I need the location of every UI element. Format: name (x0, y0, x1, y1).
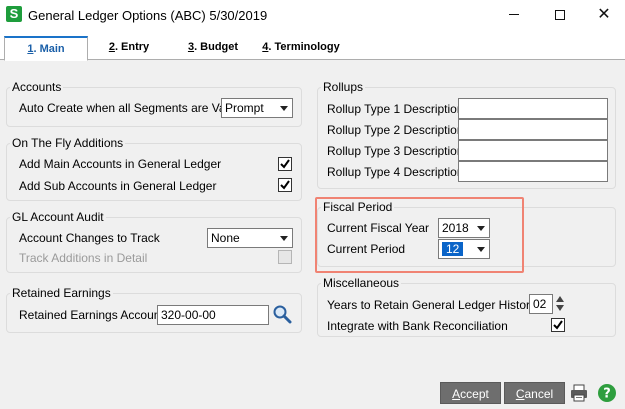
chevron-down-icon (280, 236, 288, 241)
retained-earnings-group-title: Retained Earnings (10, 286, 113, 300)
add-main-accounts-label: Add Main Accounts in General Ledger (19, 157, 222, 171)
accept-label: ccept (460, 387, 489, 401)
track-additions-label: Track Additions in Detail (19, 251, 148, 265)
minimize-icon (509, 14, 519, 16)
close-icon: ✕ (597, 6, 611, 23)
maximize-icon (555, 9, 565, 20)
rollup-type3-input[interactable] (458, 140, 608, 161)
printer-icon[interactable] (569, 383, 589, 403)
minimize-button[interactable] (494, 4, 534, 26)
auto-create-value: Prompt (225, 101, 264, 115)
on-the-fly-group-title: On The Fly Additions (10, 136, 126, 150)
window-title: General Ledger Options (ABC) 5/30/2019 (28, 8, 268, 23)
checkmark-icon (280, 159, 290, 169)
title-bar: S General Ledger Options (ABC) 5/30/2019… (0, 0, 625, 32)
rollup-type2-input[interactable] (458, 119, 608, 140)
add-sub-accounts-label: Add Sub Accounts in General Ledger (19, 179, 217, 193)
current-fiscal-year-label: Current Fiscal Year (327, 221, 430, 235)
miscellaneous-group-title: Miscellaneous (321, 276, 402, 290)
rollup-type1-label: Rollup Type 1 Description (327, 102, 464, 116)
app-logo-icon: S (6, 6, 22, 22)
chevron-down-icon (280, 106, 288, 111)
rollup-type4-label: Rollup Type 4 Description (327, 165, 464, 179)
account-changes-select[interactable]: None (207, 228, 293, 248)
retained-earnings-account-label: Retained Earnings Account (19, 308, 164, 322)
track-additions-checkbox[interactable] (278, 250, 292, 264)
chevron-down-icon (477, 226, 485, 231)
accounts-group-title: Accounts (10, 80, 64, 94)
retained-earnings-account-input[interactable]: 320-00-00 (157, 305, 269, 325)
maximize-button[interactable] (540, 4, 580, 26)
current-period-label: Current Period (327, 242, 406, 256)
gl-account-audit-group-title: GL Account Audit (10, 210, 106, 224)
years-retain-history-stepper[interactable] (555, 294, 565, 314)
add-main-accounts-checkbox[interactable] (278, 157, 292, 171)
current-period-value: 12 (442, 242, 464, 256)
tab-main-label: . Main (33, 43, 65, 55)
auto-create-label: Auto Create when all Segments are Valid (19, 101, 238, 115)
current-period-select[interactable]: 12 (438, 239, 490, 259)
tab-entry-label: . Entry (114, 41, 150, 53)
help-icon[interactable]: ? (597, 383, 617, 403)
spin-down-icon[interactable] (556, 305, 564, 311)
rollups-group-title: Rollups (321, 80, 366, 94)
close-button[interactable]: ✕ (584, 4, 624, 26)
add-sub-accounts-checkbox[interactable] (278, 178, 292, 192)
accept-button[interactable]: Accept (440, 382, 501, 404)
integrate-bank-rec-label: Integrate with Bank Reconciliation (327, 319, 508, 333)
tab-budget[interactable]: 3. Budget (178, 36, 248, 60)
cancel-label: ancel (524, 387, 554, 401)
svg-text:?: ? (603, 387, 611, 402)
spin-up-icon[interactable] (556, 296, 564, 302)
account-changes-value: None (211, 231, 240, 245)
tab-strip: 1. Main 2. Entry 3. Budget 4. Terminolog… (0, 36, 625, 61)
integrate-bank-rec-checkbox[interactable] (551, 318, 565, 332)
rollup-type2-label: Rollup Type 2 Description (327, 123, 464, 137)
tab-budget-label: . Budget (194, 41, 239, 53)
account-changes-label: Account Changes to Track (19, 231, 160, 245)
cancel-button[interactable]: Cancel (504, 382, 565, 404)
auto-create-select[interactable]: Prompt (221, 98, 293, 118)
rollup-type3-label: Rollup Type 3 Description (327, 144, 464, 158)
years-retain-history-label: Years to Retain General Ledger History (327, 298, 537, 312)
tab-terminology[interactable]: 4. Terminology (254, 36, 348, 60)
tab-entry[interactable]: 2. Entry (96, 36, 162, 60)
rollup-type1-input[interactable] (458, 98, 608, 119)
tab-terminology-label: . Terminology (268, 41, 340, 53)
lookup-magnifier-icon[interactable] (272, 304, 292, 324)
fiscal-period-group-title: Fiscal Period (321, 200, 395, 214)
accept-key: A (452, 387, 461, 401)
tab-main[interactable]: 1. Main (4, 36, 88, 61)
years-retain-history-input[interactable]: 02 (529, 294, 553, 314)
current-fiscal-year-value: 2018 (442, 221, 469, 235)
chevron-down-icon (477, 247, 485, 252)
current-fiscal-year-select[interactable]: 2018 (438, 218, 490, 238)
checkmark-icon (280, 180, 290, 190)
checkmark-icon (553, 320, 563, 330)
rollup-type4-input[interactable] (458, 161, 608, 182)
